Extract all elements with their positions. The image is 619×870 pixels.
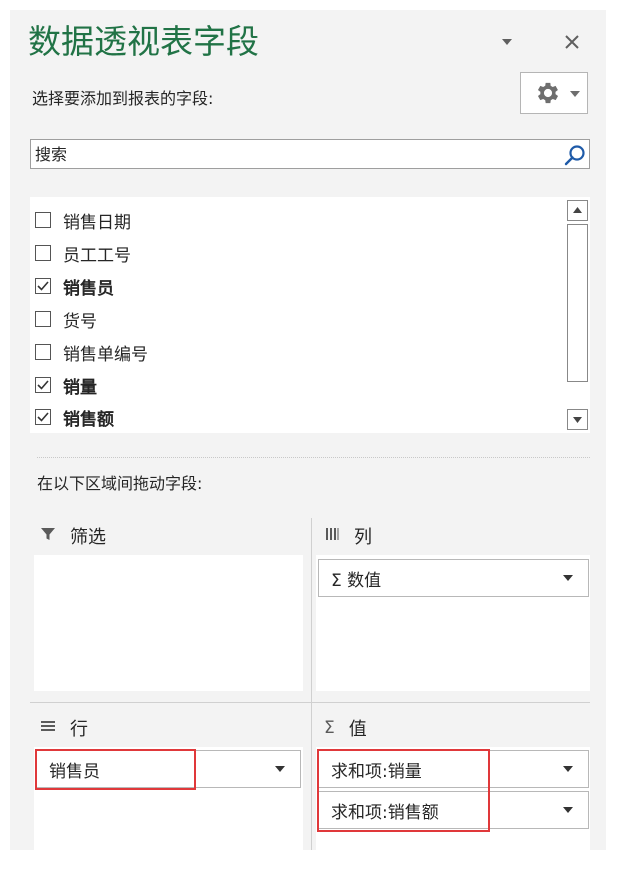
tools-button[interactable] (520, 72, 588, 114)
checkbox-unchecked[interactable] (35, 245, 51, 261)
caret-up-icon (573, 207, 582, 213)
filter-area-label: 筛选 (70, 527, 106, 548)
field-list-scrollbar[interactable] (567, 200, 590, 430)
area-horizontal-divider (30, 702, 590, 703)
values-area-header: Σ 值 (324, 716, 367, 740)
rows-icon (40, 718, 56, 739)
field-item-quantity[interactable]: 销量 (35, 372, 97, 398)
checkbox-unchecked[interactable] (35, 212, 51, 228)
field-list: 销售日期 员工工号 销售员 货号 销售单编号 销量 销售额 (30, 197, 590, 433)
rows-area-header: 行 (40, 716, 88, 740)
caret-down-icon (570, 91, 580, 97)
area-vertical-divider (311, 518, 312, 850)
close-icon (565, 35, 579, 49)
checkmark-icon (37, 281, 49, 291)
field-item-sales-amount[interactable]: 销售额 (35, 404, 114, 430)
pane-title: 数据透视表字段 (28, 22, 259, 61)
checkbox-unchecked[interactable] (35, 311, 51, 327)
scroll-thumb[interactable] (567, 224, 588, 382)
gear-icon (537, 82, 559, 104)
field-search-box (30, 139, 590, 169)
checkbox-checked[interactable] (35, 409, 51, 425)
caret-down-icon[interactable] (274, 765, 286, 773)
field-item-sales-date[interactable]: 销售日期 (35, 207, 131, 233)
field-item-employee-id[interactable]: 员工工号 (35, 240, 131, 266)
close-button[interactable] (558, 28, 586, 56)
search-icon[interactable] (563, 143, 587, 167)
caret-down-icon[interactable] (562, 765, 574, 773)
rows-area-label: 行 (70, 719, 88, 740)
drag-fields-label: 在以下区域间拖动字段: (37, 474, 203, 493)
choose-fields-label: 选择要添加到报表的字段: (32, 89, 214, 108)
search-input[interactable] (31, 140, 555, 168)
field-item-product-code[interactable]: 货号 (35, 306, 97, 332)
caret-down-icon (502, 39, 512, 45)
field-item-order-number[interactable]: 销售单编号 (35, 339, 148, 365)
values-area-label: 值 (348, 719, 367, 740)
filter-area-header: 筛选 (40, 524, 106, 548)
sigma-icon: Σ (324, 718, 335, 738)
caret-down-icon[interactable] (562, 574, 574, 582)
checkbox-unchecked[interactable] (35, 344, 51, 360)
checkbox-checked[interactable] (35, 377, 51, 393)
highlight-box-rows (35, 749, 196, 790)
caret-down-icon[interactable] (562, 806, 574, 814)
divider (37, 457, 590, 458)
filter-drop-zone[interactable] (34, 555, 303, 691)
checkbox-checked[interactable] (35, 278, 51, 294)
pane-options-button[interactable] (493, 28, 521, 56)
checkmark-icon (37, 380, 49, 390)
field-item-salesperson[interactable]: 销售员 (35, 273, 114, 299)
columns-item-values[interactable]: Σ 数值 (318, 559, 589, 597)
highlight-box-values (317, 749, 490, 832)
pivot-field-pane: 数据透视表字段 选择要添加到报表的字段: 销售日期 员工 (10, 10, 606, 850)
caret-down-icon (573, 417, 582, 423)
columns-area-label: 列 (354, 527, 372, 548)
checkmark-icon (37, 412, 49, 422)
columns-area-header: 列 (324, 524, 372, 548)
scroll-down-button[interactable] (567, 409, 588, 430)
filter-icon (40, 526, 56, 547)
scroll-up-button[interactable] (567, 200, 588, 221)
columns-icon (324, 526, 340, 547)
